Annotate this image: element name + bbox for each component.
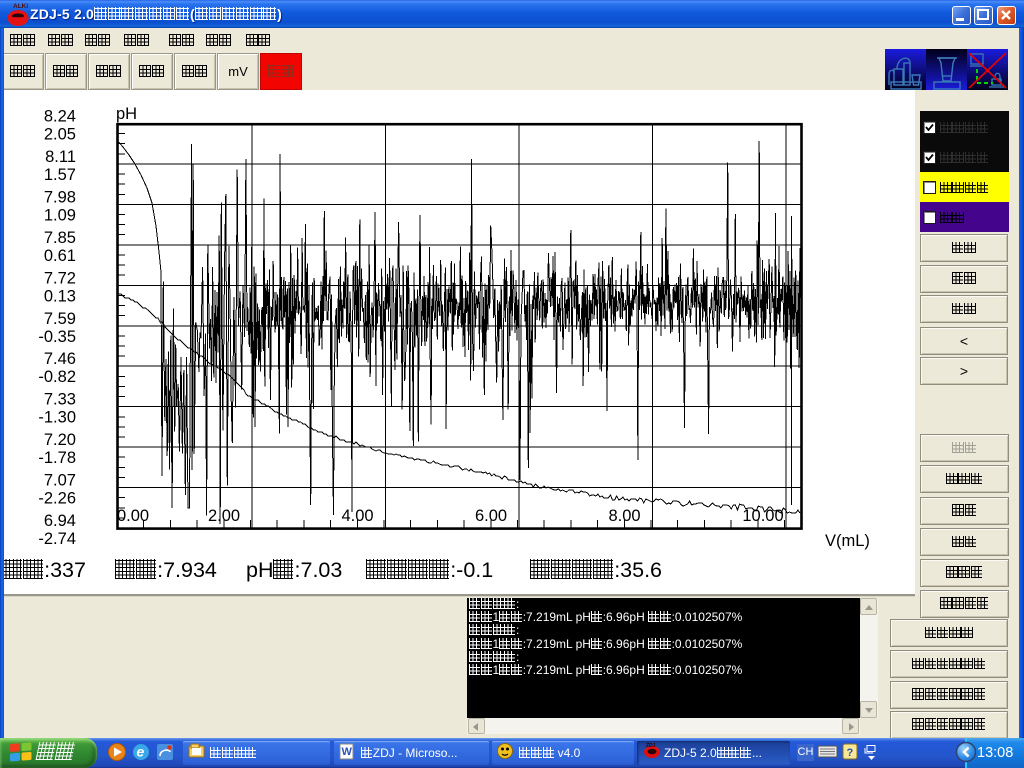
svg-text:4.00: 4.00	[341, 507, 373, 525]
svg-text:-0.82: -0.82	[38, 368, 76, 386]
svg-text:6.94: 6.94	[44, 512, 76, 530]
svg-text:-1.78: -1.78	[38, 449, 76, 467]
svg-text:0.13: 0.13	[44, 287, 76, 305]
svg-text:8.11: 8.11	[45, 148, 76, 166]
svg-text:2.05: 2.05	[44, 126, 76, 144]
svg-text:-0.35: -0.35	[38, 328, 76, 346]
svg-text:6.00: 6.00	[475, 507, 507, 525]
svg-text:ALKi: ALKi	[13, 3, 28, 10]
svg-text:0.61: 0.61	[44, 247, 76, 265]
svg-text:1.57: 1.57	[44, 166, 76, 184]
svg-text:7.46: 7.46	[44, 350, 76, 368]
svg-text:0.00: 0.00	[117, 507, 149, 525]
svg-text:7.07: 7.07	[44, 472, 76, 490]
svg-text:7.20: 7.20	[44, 431, 76, 449]
svg-text:7.98: 7.98	[44, 188, 76, 206]
svg-text:pH: pH	[116, 105, 137, 123]
svg-text:e: e	[137, 744, 145, 760]
svg-text:8.24: 8.24	[44, 108, 76, 126]
svg-text:1.09: 1.09	[44, 206, 76, 224]
svg-text:10.00: 10.00	[742, 507, 783, 525]
svg-text:W: W	[342, 746, 353, 758]
svg-text:8.00: 8.00	[608, 507, 640, 525]
svg-text:ZDJ: ZDJ	[646, 743, 656, 749]
svg-text:?: ?	[847, 747, 854, 759]
svg-text:7.33: 7.33	[44, 391, 76, 409]
svg-text:-2.26: -2.26	[38, 490, 76, 508]
svg-text:-1.30: -1.30	[38, 409, 76, 427]
svg-text:2.00: 2.00	[208, 507, 240, 525]
svg-text:-2.74: -2.74	[38, 530, 76, 548]
svg-text:7.59: 7.59	[44, 310, 76, 328]
svg-text:V(mL): V(mL)	[825, 532, 870, 550]
svg-text:7.72: 7.72	[44, 269, 76, 287]
svg-text:7.85: 7.85	[44, 229, 76, 247]
